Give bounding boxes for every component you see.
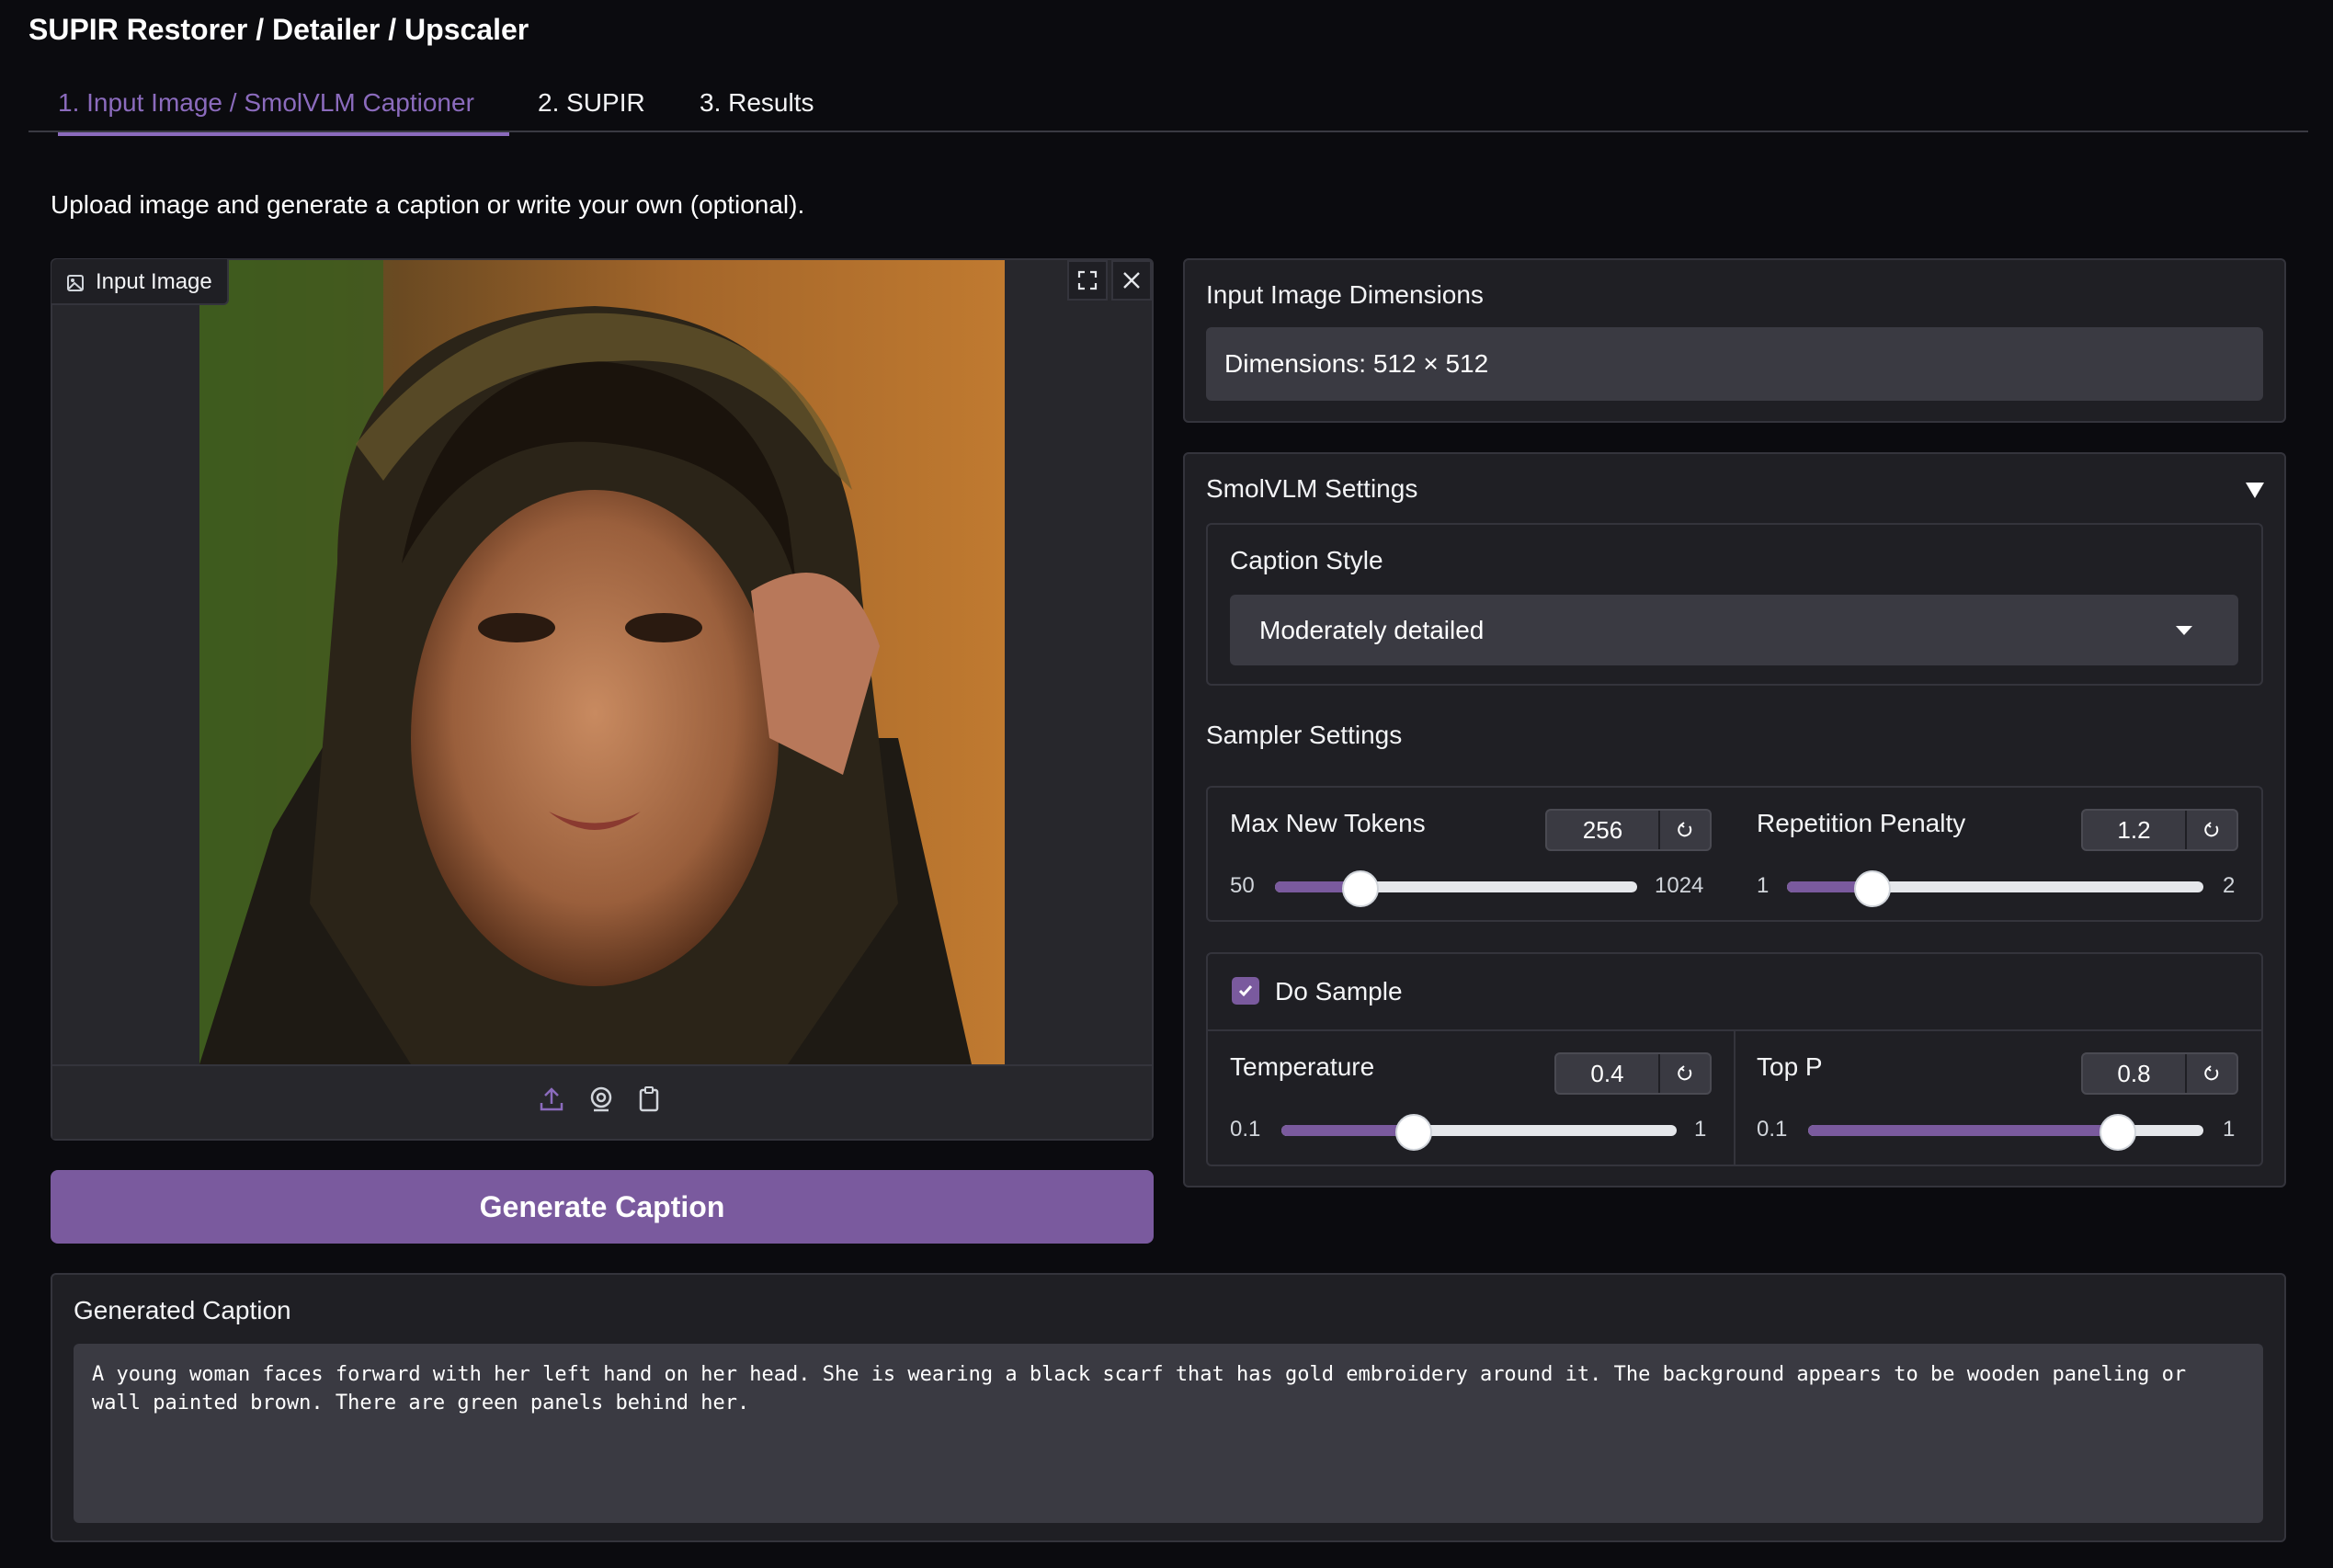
tab-label: 1. Input Image / SmolVLM Captioner bbox=[58, 88, 474, 117]
max-new-tokens-slider[interactable] bbox=[1275, 870, 1637, 907]
collapse-toggle[interactable] bbox=[2243, 478, 2267, 506]
slider-thumb[interactable] bbox=[1394, 1114, 1432, 1151]
generated-caption-textarea[interactable]: A young woman faces forward with her lef… bbox=[74, 1344, 2263, 1523]
portrait-image bbox=[199, 260, 1005, 1064]
input-image-label-text: Input Image bbox=[96, 269, 212, 294]
repetition-penalty-input[interactable]: 1.2 bbox=[2083, 811, 2185, 849]
slider-thumb[interactable] bbox=[1341, 870, 1379, 907]
temperature-number: 0.4 bbox=[1554, 1052, 1712, 1095]
top-p-slider[interactable] bbox=[1808, 1114, 2203, 1151]
top-p-input[interactable]: 0.8 bbox=[2083, 1054, 2185, 1093]
tab-results[interactable]: 3. Results bbox=[700, 81, 814, 132]
caption-style-select[interactable]: Moderately detailed bbox=[1230, 595, 2238, 665]
repetition-penalty-min: 1 bbox=[1757, 873, 1770, 898]
slider-thumb[interactable] bbox=[1853, 870, 1891, 907]
close-icon bbox=[1123, 272, 1140, 289]
intro-text: Upload image and generate a caption or w… bbox=[51, 190, 805, 219]
max-new-tokens-input[interactable]: 256 bbox=[1547, 811, 1658, 849]
dimensions-field[interactable]: Dimensions: 512 × 512 bbox=[1206, 327, 2263, 401]
clear-image-button[interactable] bbox=[1111, 260, 1152, 301]
repetition-penalty-slider[interactable] bbox=[1787, 870, 2203, 907]
reset-icon bbox=[2204, 1065, 2219, 1081]
paste-clipboard-button[interactable] bbox=[632, 1083, 666, 1116]
top-p-min: 0.1 bbox=[1757, 1117, 1788, 1142]
top-p-max: 1 bbox=[2223, 1117, 2236, 1142]
generated-caption-label: Generated Caption bbox=[74, 1296, 291, 1324]
repetition-penalty-number: 1.2 bbox=[2081, 809, 2238, 851]
slider-fill bbox=[1281, 1125, 1412, 1136]
chevron-down-icon bbox=[2176, 626, 2192, 635]
reset-icon bbox=[2204, 822, 2219, 837]
input-image-preview bbox=[199, 260, 1005, 1064]
do-sample-checkbox[interactable] bbox=[1232, 977, 1259, 1005]
fullscreen-icon bbox=[1077, 270, 1098, 290]
top-p-reset-button[interactable] bbox=[2185, 1054, 2236, 1093]
temperature-max: 1 bbox=[1694, 1117, 1707, 1142]
temperature-slider[interactable] bbox=[1281, 1114, 1677, 1151]
temperature-label: Temperature bbox=[1230, 1052, 1375, 1081]
triangle-down-icon bbox=[2246, 483, 2264, 498]
tab-label: 2. SUPIR bbox=[538, 88, 645, 117]
webcam-icon bbox=[590, 1086, 612, 1112]
max-new-tokens-number: 256 bbox=[1545, 809, 1712, 851]
tab-bar: 1. Input Image / SmolVLM Captioner 2. SU… bbox=[28, 81, 2308, 136]
clipboard-icon bbox=[639, 1086, 659, 1112]
top-p-label: Top P bbox=[1757, 1052, 1823, 1081]
max-new-tokens-min: 50 bbox=[1230, 873, 1255, 898]
slider-fill bbox=[1808, 1125, 2117, 1136]
tab-supir[interactable]: 2. SUPIR bbox=[538, 81, 645, 132]
tab-label: 3. Results bbox=[700, 88, 814, 117]
upload-button[interactable] bbox=[535, 1083, 568, 1116]
do-sample-label[interactable]: Do Sample bbox=[1275, 977, 1403, 1006]
fullscreen-button[interactable] bbox=[1067, 260, 1108, 301]
repetition-penalty-max: 2 bbox=[2223, 873, 2236, 898]
max-new-tokens-max: 1024 bbox=[1655, 873, 1704, 898]
divider bbox=[1734, 1031, 1736, 1165]
reset-icon bbox=[1678, 822, 1692, 837]
repetition-penalty-label: Repetition Penalty bbox=[1757, 809, 1966, 837]
app-title: SUPIR Restorer / Detailer / Upscaler bbox=[28, 13, 529, 46]
dimensions-label: Input Image Dimensions bbox=[1206, 280, 1484, 309]
sampler-settings-title: Sampler Settings bbox=[1206, 721, 1403, 749]
webcam-button[interactable] bbox=[585, 1083, 618, 1116]
image-source-toolbar bbox=[52, 1064, 1152, 1139]
tab-input-image[interactable]: 1. Input Image / SmolVLM Captioner bbox=[58, 81, 509, 136]
smolvlm-settings-title[interactable]: SmolVLM Settings bbox=[1206, 474, 1417, 504]
top-p-number: 0.8 bbox=[2081, 1052, 2238, 1095]
generate-caption-button[interactable]: Generate Caption bbox=[51, 1170, 1154, 1244]
upload-icon bbox=[540, 1087, 563, 1111]
temperature-reset-button[interactable] bbox=[1658, 1054, 1710, 1093]
image-icon bbox=[67, 274, 84, 291]
repetition-penalty-reset-button[interactable] bbox=[2185, 811, 2236, 849]
checkmark-icon bbox=[1238, 985, 1253, 997]
input-image-label: Input Image bbox=[51, 259, 229, 305]
temperature-input[interactable]: 0.4 bbox=[1556, 1054, 1658, 1093]
reset-icon bbox=[1678, 1065, 1692, 1081]
caption-style-value: Moderately detailed bbox=[1259, 616, 1485, 644]
max-new-tokens-reset-button[interactable] bbox=[1658, 811, 1710, 849]
max-new-tokens-label: Max New Tokens bbox=[1230, 809, 1426, 837]
caption-style-label: Caption Style bbox=[1230, 546, 1383, 574]
temperature-min: 0.1 bbox=[1230, 1117, 1261, 1142]
